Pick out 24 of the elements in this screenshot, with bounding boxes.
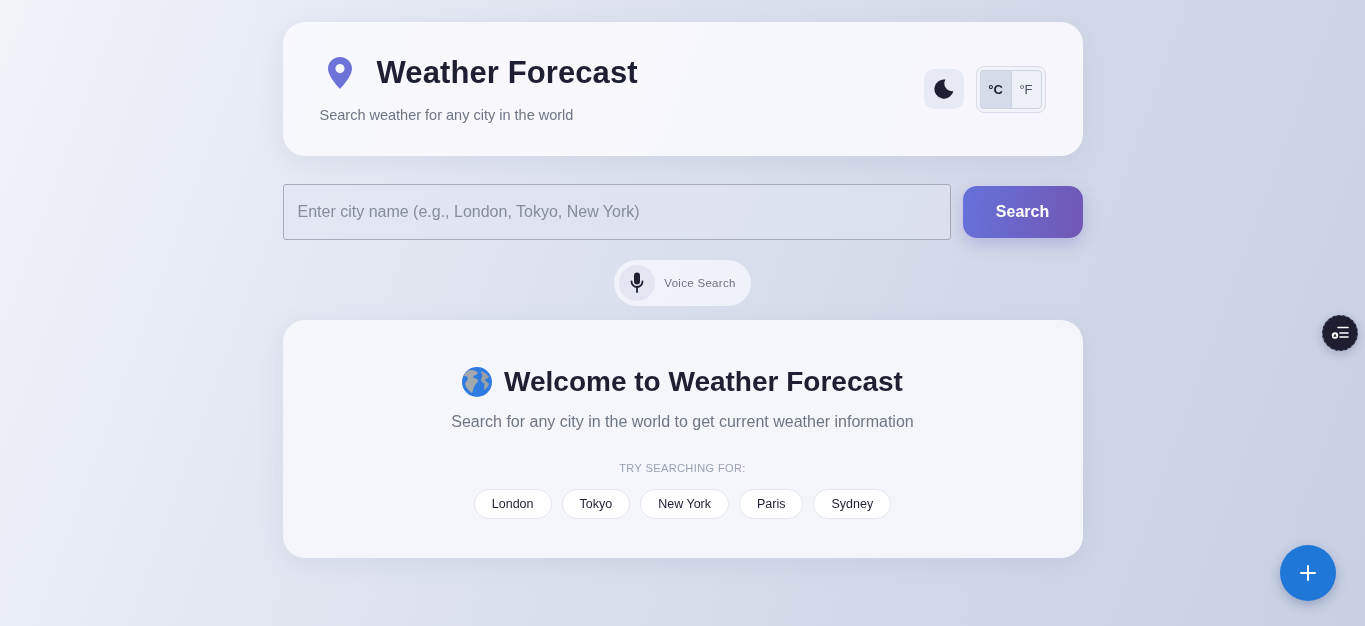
microphone-icon <box>619 265 656 301</box>
voice-search-button[interactable]: Voice Search <box>614 260 751 306</box>
globe-icon <box>462 367 493 397</box>
plus-icon <box>1300 565 1316 581</box>
welcome-title: Welcome to Weather Forecast <box>504 365 903 399</box>
add-button[interactable] <box>1280 545 1336 601</box>
welcome-subtitle: Search for any city in the world to get current weather information <box>451 412 914 432</box>
city-suggestion-chip[interactable]: London <box>473 489 552 519</box>
city-suggestion-chip[interactable]: New York <box>640 489 729 519</box>
app-subtitle: Search weather for any city in the world <box>319 106 575 125</box>
city-suggestion-chip[interactable]: Tokyo <box>561 489 631 519</box>
search-button[interactable]: Search <box>962 186 1083 238</box>
suggestions-label: TRY SEARCHING FOR: <box>619 461 746 475</box>
moon-icon <box>933 79 954 99</box>
unit-option[interactable]: °C <box>979 69 1011 109</box>
list-icon <box>1331 326 1349 340</box>
city-suggestion-chip[interactable]: Sydney <box>813 489 892 519</box>
floating-menu-button[interactable] <box>1322 315 1358 351</box>
location-pin-icon <box>327 57 352 89</box>
theme-toggle-button[interactable] <box>923 69 964 109</box>
app-title: Weather Forecast <box>376 54 638 92</box>
city-suggestion-chip[interactable]: Paris <box>739 489 804 519</box>
city-search-field[interactable]: Enter city name (e.g., London, Tokyo, New York) <box>282 184 951 240</box>
unit-option[interactable]: °F <box>1010 69 1042 109</box>
